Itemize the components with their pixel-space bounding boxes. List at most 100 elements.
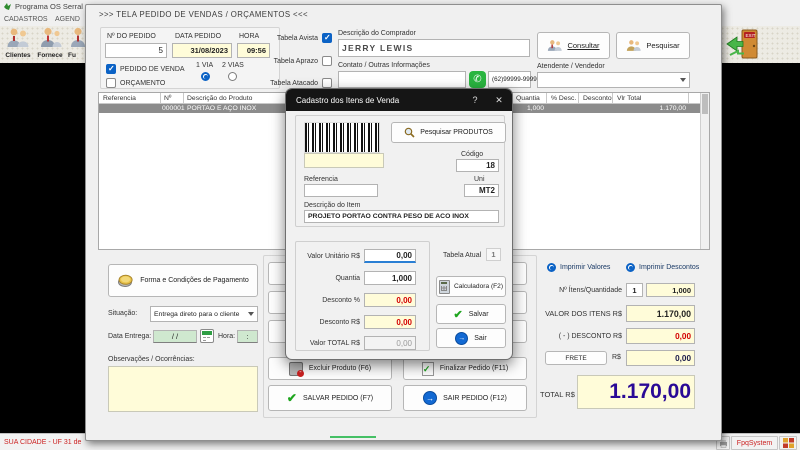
scrollbar-thumb[interactable] [702,94,708,114]
calculator-icon [439,280,450,294]
tabela-atacado-label: Tabela Atacado [268,80,318,87]
pedido-input[interactable]: 5 [105,43,167,58]
status-app-cell [779,436,797,450]
grid-header-quantia[interactable]: Quantia [516,95,540,102]
descricao-item-input[interactable]: PROJETO PORTAO CONTRA PESO DE ACO INOX [304,210,499,223]
total-box: 1.170,00 [577,375,695,409]
comprador-input[interactable]: JERRY LEWIS [338,39,530,57]
grid-header-desconto[interactable]: Desconto [583,95,612,102]
svg-text:EXIT: EXIT [746,33,756,38]
whatsapp-button[interactable]: ✆ [469,71,486,88]
grid-header-vlr-total[interactable]: Vlr Total [617,95,641,102]
clients-icon [6,27,30,49]
comprador-label: Descrição do Comprador [338,30,416,37]
status-city: SUA CIDADE - UF 31 de [4,439,81,446]
desconto-rs-input[interactable]: 0,00 [364,315,416,329]
consult-people-icon [547,39,563,52]
tabela-avista-checkbox[interactable] [322,33,332,43]
close-button[interactable]: ✕ [486,95,512,106]
contato-label: Contato / Outras Informações [338,62,430,69]
pesquisar-produtos-button[interactable]: Pesquisar PRODUTOS [391,122,506,143]
orcamento-label: ORÇAMENTO [120,80,165,87]
chevron-down-icon [248,312,254,316]
finalizar-pedido-button[interactable]: ✓ Finalizar Pedido (F11) [403,357,527,380]
toolbar-item-fornecedores[interactable]: Fornece [36,27,64,62]
calculadora-label: Calculadora (F2) [454,283,503,290]
tabela-atacado-checkbox[interactable] [322,78,332,88]
desconto-rs-label: Desconto R$ [300,319,360,326]
pedido-venda-checkbox[interactable] [106,64,116,74]
payment-button[interactable]: Forma e Condições de Pagamento [108,264,258,297]
modal-sair-button[interactable]: → Sair [436,328,506,348]
menu-cadastros[interactable]: CADASTROS [4,16,48,23]
app-title: Programa OS Serral [15,3,83,11]
atendente-select[interactable] [537,72,690,88]
imprimir-descontos-radio[interactable] [626,263,635,272]
valor-unitario-input[interactable]: 0,00 [364,249,416,263]
uni-box: MT2 [464,184,499,197]
pedido-label: Nº DO PEDIDO [107,33,156,40]
hora-entrega-input[interactable]: : [237,330,258,343]
barcode-input[interactable] [304,153,384,168]
menu-agenda[interactable]: AGEND [55,16,80,23]
hora-label: HORA [239,33,259,40]
row-vlr-total: 1.170,00 [630,105,686,112]
grid-scrollbar[interactable] [700,93,709,249]
modal-salvar-button[interactable]: ✔ Salvar [436,304,506,324]
via2-label: 2 VIAS [222,62,244,69]
app-logo-icon [3,2,12,11]
codigo-box: 18 [456,159,499,172]
sair-pedido-button[interactable]: → SAIR PEDIDO (F12) [403,385,527,411]
arrow-right-icon: → [423,391,437,405]
frete-button[interactable]: FRETE [545,351,607,365]
hora-input[interactable]: 09:56 [237,43,270,58]
calendar-icon [202,331,212,335]
frete-box[interactable]: 0,00 [626,350,695,366]
grid-header-referencia[interactable]: Referencia [103,95,136,102]
phone-input[interactable]: (62)99999-9999 [488,71,531,88]
status-brand-cell: FpqSystem [731,436,778,450]
magnifier-icon [404,127,415,138]
consultar-label: Consultar [567,41,599,50]
grid-header-descricao[interactable]: Descrição do Produto [187,95,252,102]
contato-input[interactable] [338,71,466,88]
obs-textarea[interactable] [108,366,258,412]
data-input[interactable]: 31/08/2023 [172,43,232,58]
via2-radio[interactable] [228,72,237,81]
via1-radio[interactable] [201,72,210,81]
barcode-image [304,122,380,153]
tabela-aprazo-checkbox[interactable] [322,56,332,66]
grid-header-pct-desc[interactable]: % Desc. [551,95,576,102]
quantia-label: Quantia [300,275,360,282]
fpq-grid-icon [783,438,794,448]
payment-label: Forma e Condições de Pagamento [140,277,249,284]
modal-salvar-label: Salvar [469,311,489,318]
calculadora-button[interactable]: Calculadora (F2) [436,276,506,297]
codigo-label: Código [461,151,483,158]
data-label: DATA PEDIDO [175,33,221,40]
situacao-select[interactable]: Entrega direto para o cliente [150,306,258,322]
salvar-pedido-label: SALVAR PEDIDO (F7) [303,395,373,402]
data-entrega-label: Data Entrega: [108,333,151,340]
orcamento-checkbox[interactable] [106,78,116,88]
desconto-pct-input[interactable]: 0,00 [364,293,416,307]
obs-label: Observações / Ocorrências: [108,356,195,363]
salvar-pedido-button[interactable]: ✔ SALVAR PEDIDO (F7) [268,385,392,411]
modal-titlebar[interactable]: Cadastro dos Itens de Venda ? ✕ [286,89,512,111]
descricao-item-label: Descrição do Item [304,202,360,209]
excluir-produto-button[interactable]: - Excluir Produto (F6) [268,357,392,380]
data-entrega-input[interactable]: / / [153,330,197,343]
check-icon: ✔ [287,391,297,405]
toolbar-label: Clientes [4,53,32,60]
quantia-input[interactable]: 1,000 [364,271,416,285]
calendar-button[interactable] [200,329,214,343]
exit-button[interactable]: EXIT [724,27,766,62]
toolbar-item-clientes[interactable]: Clientes [4,27,32,62]
grid-header-numero[interactable]: Nº [164,95,171,102]
imprimir-valores-radio[interactable] [547,263,556,272]
referencia-input[interactable] [304,184,378,197]
consultar-button[interactable]: Consultar [537,32,610,59]
status-brand: FpqSystem [737,440,772,447]
help-button[interactable]: ? [464,95,486,105]
pesquisar-button[interactable]: Pesquisar [616,32,690,59]
